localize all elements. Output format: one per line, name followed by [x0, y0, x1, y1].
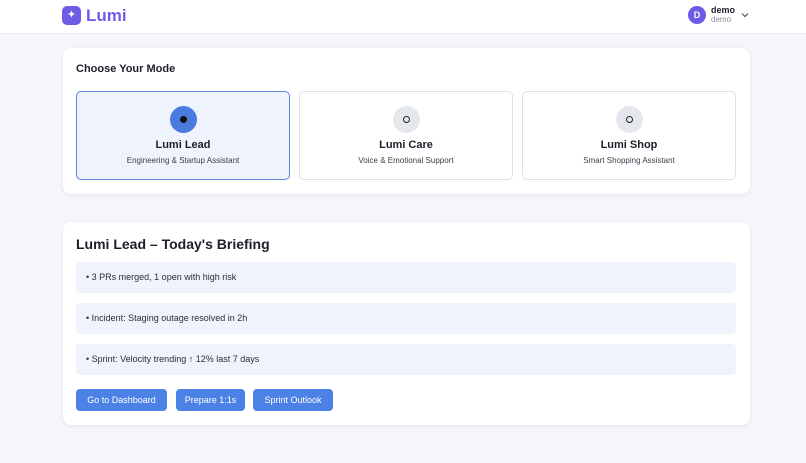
briefing-item: • Incident: Staging outage resolved in 2… — [76, 303, 736, 334]
top-bar: ✦ Lumi D demo demo — [0, 0, 806, 34]
mode-subtitle: Voice & Emotional Support — [358, 156, 454, 165]
briefing-item: • Sprint: Velocity trending ↑ 12% last 7… — [76, 344, 736, 375]
user-subtitle: demo — [711, 15, 732, 24]
mode-subtitle: Engineering & Startup Assistant — [126, 156, 240, 165]
sprint-outlook-button[interactable]: Sprint Outlook — [253, 389, 333, 411]
mode-title: Lumi Lead — [155, 139, 211, 151]
mode-option-lumi-lead[interactable]: Lumi Lead Engineering & Startup Assistan… — [76, 91, 290, 180]
mode-option-lumi-shop[interactable]: Lumi Shop Smart Shopping Assistant — [522, 91, 736, 180]
go-to-dashboard-button[interactable]: Go to Dashboard — [76, 389, 167, 411]
sparkle-icon: ✦ — [62, 6, 81, 25]
mode-section-title: Choose Your Mode — [76, 63, 176, 75]
mode-title: Lumi Care — [379, 139, 433, 151]
user-name: demo — [711, 5, 736, 15]
mode-selector-card: Choose Your Mode Lumi Lead Engineering &… — [63, 48, 750, 194]
brand-name: Lumi — [86, 6, 127, 25]
radio-unselected-icon — [393, 106, 420, 133]
brand-logo[interactable]: ✦ Lumi — [62, 6, 127, 25]
mode-title: Lumi Shop — [600, 139, 658, 151]
briefing-item: • 3 PRs merged, 1 open with high risk — [76, 262, 736, 293]
user-menu[interactable]: D demo demo — [688, 5, 750, 25]
briefing-title: Lumi Lead – Today's Briefing — [76, 236, 270, 252]
chevron-down-icon[interactable] — [740, 10, 750, 20]
prepare-one-on-ones-button[interactable]: Prepare 1:1s — [176, 389, 245, 411]
mode-option-lumi-care[interactable]: Lumi Care Voice & Emotional Support — [299, 91, 513, 180]
mode-subtitle: Smart Shopping Assistant — [583, 156, 675, 165]
radio-unselected-icon — [616, 106, 643, 133]
avatar: D — [688, 6, 706, 24]
briefing-card: Lumi Lead – Today's Briefing • 3 PRs mer… — [63, 222, 750, 425]
user-info: demo demo — [711, 5, 735, 25]
radio-selected-icon — [170, 106, 197, 133]
